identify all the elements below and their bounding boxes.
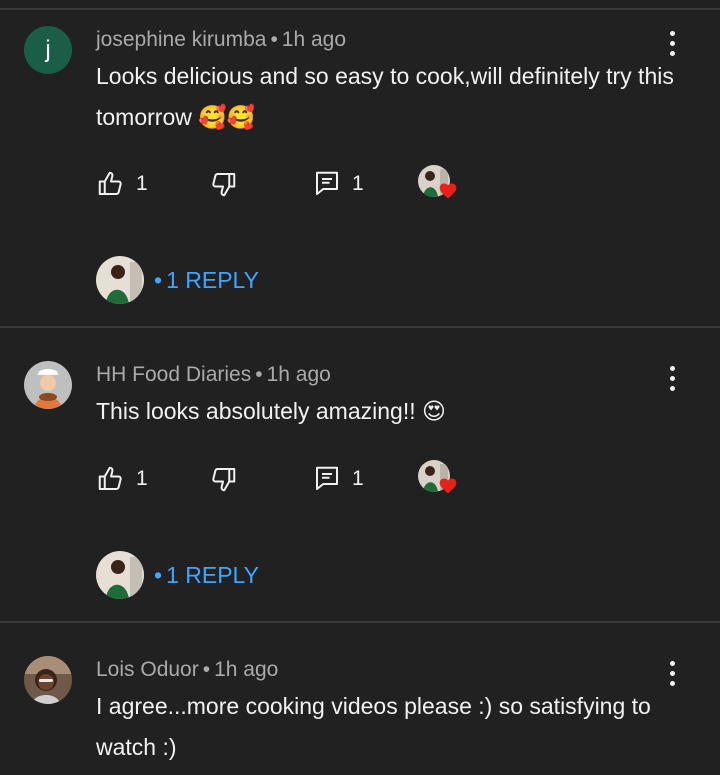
view-replies[interactable]: • 1 REPLY bbox=[96, 255, 259, 305]
author-avatar[interactable]: j bbox=[24, 26, 72, 74]
meta-separator: • bbox=[202, 658, 211, 681]
author-name[interactable]: josephine kirumba bbox=[96, 28, 266, 51]
comment-text: Looks delicious and so easy to cook,will… bbox=[96, 63, 674, 130]
comment-text: I agree...more cooking videos please :) … bbox=[96, 693, 651, 760]
thumbs-up-icon bbox=[98, 171, 122, 195]
comment-list: j josephine kirumba • 1h ago Looks delicio… bbox=[0, 0, 720, 775]
comment-time: 1h ago bbox=[281, 28, 347, 51]
like-count: 1 bbox=[136, 467, 148, 490]
comment-meta: HH Food Diaries • 1h ago bbox=[96, 363, 331, 387]
comment-time: 1h ago bbox=[214, 658, 279, 681]
thumbs-down-icon bbox=[212, 173, 236, 197]
meta-separator: • bbox=[255, 363, 263, 386]
meta-separator: • bbox=[154, 561, 163, 588]
comment-actions: 1 1 bbox=[96, 460, 496, 496]
reply-count: 1 bbox=[352, 172, 364, 195]
reply-button[interactable]: 1 bbox=[312, 464, 364, 494]
divider bbox=[0, 621, 720, 623]
like-count: 1 bbox=[136, 172, 148, 195]
comment-item: j josephine kirumba • 1h ago Looks delicio… bbox=[0, 26, 720, 316]
like-button[interactable]: 1 bbox=[96, 169, 148, 199]
reply-link-label: 1 REPLY bbox=[166, 561, 259, 588]
reply-link-label: 1 REPLY bbox=[166, 266, 259, 293]
divider bbox=[0, 8, 720, 10]
heart-icon bbox=[439, 183, 457, 199]
comment-item: Lois Oduor • 1h ago I agree...more cooking… bbox=[0, 656, 720, 775]
divider bbox=[0, 326, 720, 328]
more-vert-icon[interactable] bbox=[660, 363, 684, 393]
comment-icon bbox=[316, 171, 338, 195]
author-name[interactable]: HH Food Diaries bbox=[96, 363, 251, 386]
creator-heart-badge bbox=[418, 165, 457, 203]
replies-link[interactable]: • 1 REPLY bbox=[154, 267, 259, 294]
creator-heart-badge bbox=[418, 460, 457, 498]
replies-link[interactable]: • 1 REPLY bbox=[154, 562, 259, 589]
reply-count: 1 bbox=[352, 467, 364, 490]
comment-time: 1h ago bbox=[266, 363, 331, 386]
author-avatar[interactable] bbox=[24, 656, 72, 704]
comment-icon bbox=[316, 466, 338, 490]
thumbs-down-icon bbox=[212, 468, 236, 492]
view-replies[interactable]: • 1 REPLY bbox=[96, 550, 259, 600]
reply-button[interactable]: 1 bbox=[312, 169, 364, 199]
comment-meta: josephine kirumba • 1h ago bbox=[96, 28, 346, 52]
comment-meta: Lois Oduor • 1h ago bbox=[96, 658, 278, 682]
more-vert-icon[interactable] bbox=[660, 28, 684, 58]
thumbs-up-icon bbox=[98, 466, 122, 490]
author-avatar[interactable] bbox=[24, 361, 72, 409]
comment-item: HH Food Diaries • 1h ago This looks absolu… bbox=[0, 361, 720, 611]
more-vert-icon[interactable] bbox=[660, 658, 684, 688]
comment-actions: 1 1 bbox=[96, 165, 496, 201]
replier-avatar bbox=[96, 551, 144, 599]
heart-icon bbox=[439, 478, 457, 494]
dislike-button[interactable] bbox=[208, 464, 238, 494]
meta-separator: • bbox=[154, 266, 163, 293]
dislike-button[interactable] bbox=[208, 169, 238, 199]
author-name[interactable]: Lois Oduor bbox=[96, 658, 199, 681]
like-button[interactable]: 1 bbox=[96, 464, 148, 494]
comment-text: This looks absolutely amazing!! 😍 bbox=[96, 398, 446, 424]
meta-separator: • bbox=[270, 28, 278, 51]
replier-avatar bbox=[96, 256, 144, 304]
